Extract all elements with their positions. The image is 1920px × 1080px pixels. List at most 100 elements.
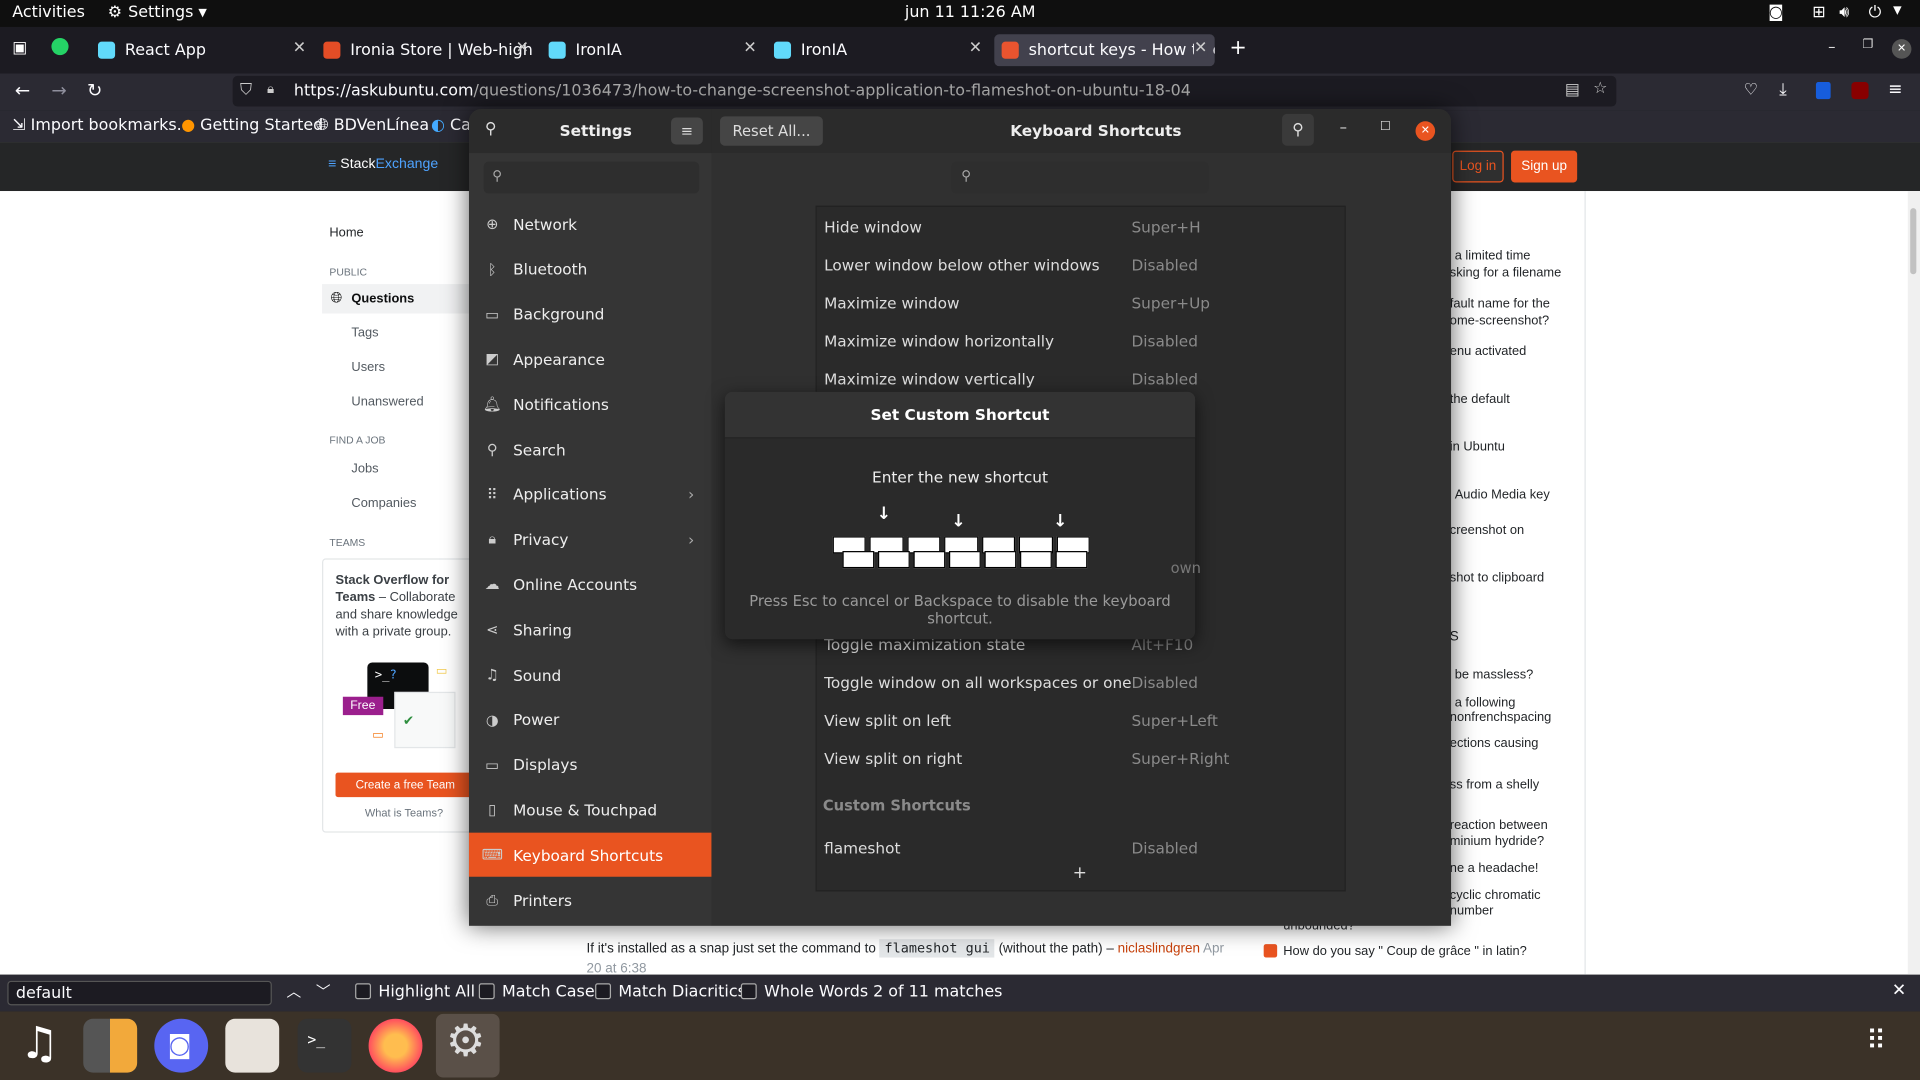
shortcut-row[interactable]: Maximize window horizontally Disabled bbox=[816, 322, 1345, 360]
settings-app-icon[interactable]: ⚙ bbox=[435, 1013, 500, 1078]
hot-question-text[interactable]: a following bbox=[1455, 696, 1516, 711]
maximize-icon[interactable]: ☐ bbox=[1380, 120, 1391, 133]
nav-tags[interactable]: Tags bbox=[351, 326, 378, 341]
sidebar-item-network[interactable]: ⊕ Network bbox=[469, 202, 711, 246]
hot-question-text[interactable]: enu activated bbox=[1450, 344, 1526, 359]
nav-home[interactable]: Home bbox=[329, 225, 363, 240]
hot-question-text[interactable]: minium hydride? bbox=[1450, 834, 1544, 849]
sidebar-item-appearance[interactable]: ◩ Appearance bbox=[469, 337, 711, 381]
forward-arrow-icon[interactable]: → bbox=[51, 80, 66, 102]
hot-question-text[interactable]: cyclic chromatic bbox=[1450, 888, 1541, 903]
find-input[interactable] bbox=[7, 980, 272, 1006]
bookmark-cal[interactable]: ◐ Cal bbox=[431, 116, 469, 134]
sidebar-item-displays[interactable]: ▭ Displays bbox=[469, 743, 711, 787]
close-icon[interactable]: ✕ bbox=[969, 39, 982, 57]
shortcut-row[interactable]: Lower window below other windows Disabled bbox=[816, 246, 1345, 284]
show-apps-grid-icon[interactable]: ⠿ bbox=[1859, 1019, 1908, 1073]
volume-icon[interactable]: 🔊︎ bbox=[1839, 4, 1849, 22]
shortcut-row[interactable]: Hide window Super+H bbox=[816, 208, 1345, 246]
shield-icon[interactable]: ⛉ bbox=[240, 81, 252, 99]
hamburger-menu-icon[interactable]: ≡ bbox=[1888, 80, 1902, 100]
bookmark-import[interactable]: ⇲ Import bookmarks... bbox=[12, 116, 192, 134]
find-next-icon[interactable]: ﹀ bbox=[316, 981, 331, 1002]
match-diacritics-checkbox[interactable]: Match Diacritics bbox=[595, 983, 746, 1002]
hot-question-text[interactable]: creenshot on bbox=[1450, 523, 1524, 538]
sidebar-item-sound[interactable]: ♫ Sound bbox=[469, 653, 711, 697]
nav-companies[interactable]: Companies bbox=[351, 496, 416, 511]
url-bar[interactable]: ⛉ 🔒︎ https://askubuntu.com/questions/103… bbox=[232, 75, 1617, 107]
hot-question-text[interactable]: fault name for the bbox=[1450, 296, 1550, 311]
hot-question-text[interactable]: be massless? bbox=[1455, 667, 1534, 682]
list-all-tabs-icon[interactable]: ▣ bbox=[12, 39, 27, 57]
hot-question-text[interactable]: a limited time bbox=[1455, 249, 1531, 264]
bookmark-star-icon[interactable]: ☆ bbox=[1593, 80, 1607, 98]
bitwarden-extension-icon[interactable] bbox=[1815, 82, 1831, 100]
close-icon[interactable]: ✕ bbox=[1194, 39, 1208, 58]
network-tray-icon[interactable]: ⊞ bbox=[1812, 4, 1825, 22]
sidebar-item-mouse-touchpad[interactable]: ▯ Mouse & Touchpad bbox=[469, 788, 711, 832]
url-text[interactable]: https://askubuntu.com/questions/1036473/… bbox=[294, 82, 1191, 100]
chevron-down-icon[interactable]: ▼ bbox=[1893, 5, 1901, 17]
sidebar-item-online-accounts[interactable]: ☁ Online Accounts bbox=[469, 563, 711, 607]
sidebar-item-printers[interactable]: ⎙ Printers bbox=[469, 878, 711, 922]
hot-question-text[interactable]: number bbox=[1450, 904, 1494, 919]
hot-question-text[interactable]: the default bbox=[1450, 392, 1510, 407]
hot-question-text[interactable]: sking for a filename bbox=[1450, 266, 1561, 281]
nav-unanswered[interactable]: Unanswered bbox=[351, 394, 423, 409]
add-shortcut-button[interactable]: + bbox=[1073, 863, 1087, 883]
search-icon[interactable]: ⚲ bbox=[1282, 113, 1314, 146]
stackexchange-logo[interactable]: ≡ StackExchange bbox=[328, 157, 438, 172]
what-is-teams-link[interactable]: What is Teams? bbox=[365, 807, 443, 819]
sidebar-search-input[interactable]: ⚲ bbox=[483, 161, 700, 194]
nav-jobs[interactable]: Jobs bbox=[351, 462, 378, 477]
lock-icon[interactable]: 🔒︎ bbox=[267, 81, 274, 98]
shortcut-row[interactable]: View split on right Super+Right bbox=[816, 740, 1345, 778]
login-button[interactable]: Log in bbox=[1452, 150, 1504, 183]
close-icon[interactable]: ✕ bbox=[1892, 981, 1906, 1001]
sidebar-item-applications[interactable]: ⠿ Applications › bbox=[469, 472, 711, 516]
firefox-icon[interactable] bbox=[368, 1018, 423, 1073]
app-menu[interactable]: ⚙ Settings ▼ bbox=[108, 4, 207, 22]
hot-question-text[interactable]: Audio Media key bbox=[1455, 487, 1550, 502]
sidebar-item-bluetooth[interactable]: ᛒ Bluetooth bbox=[469, 247, 711, 291]
back-arrow-icon[interactable]: ← bbox=[15, 80, 30, 102]
tab-react-app[interactable]: React App ✕ bbox=[97, 34, 314, 66]
close-icon[interactable]: ✕ bbox=[516, 39, 529, 57]
tab-ironia[interactable]: IronIA ✕ bbox=[548, 34, 765, 66]
comment-user-link[interactable]: niclaslindgren bbox=[1118, 942, 1200, 957]
tab-ironia-store[interactable]: Ironia Store | Web-high fi ✕ bbox=[323, 34, 536, 66]
minimize-icon[interactable]: – bbox=[1340, 119, 1347, 136]
sidebar-item-privacy[interactable]: 🔒︎ Privacy › bbox=[469, 517, 711, 561]
sidebar-item-background[interactable]: ▭ Background bbox=[469, 292, 711, 336]
files-icon[interactable] bbox=[225, 1018, 280, 1073]
pocket-icon[interactable]: ♡ bbox=[1744, 81, 1758, 99]
reset-all-button[interactable]: Reset All... bbox=[720, 116, 823, 146]
shortcut-row[interactable]: Toggle window on all workspaces or one Di… bbox=[816, 664, 1345, 702]
signup-button[interactable]: Sign up bbox=[1511, 150, 1578, 183]
restore-icon[interactable]: ❐ bbox=[1862, 38, 1873, 51]
sidebar-item-sharing[interactable]: ⋖ Sharing bbox=[469, 608, 711, 652]
bookmark-getting-started[interactable]: ● Getting Started bbox=[181, 116, 323, 134]
activities-button[interactable]: Activities bbox=[12, 4, 85, 22]
rhythmbox-icon[interactable]: ♫ bbox=[10, 1019, 64, 1073]
match-case-checkbox[interactable]: Match Case bbox=[478, 983, 595, 1002]
find-previous-icon[interactable]: ︿ bbox=[287, 981, 302, 1002]
reader-view-icon[interactable]: ▤ bbox=[1565, 81, 1580, 99]
shortcuts-search-input[interactable]: ⚲ bbox=[951, 161, 1209, 194]
sidebar-item-keyboard-shortcuts[interactable]: ⌨ Keyboard Shortcuts bbox=[468, 832, 712, 877]
hot-question-text[interactable]: reaction between bbox=[1450, 818, 1548, 833]
whole-words-checkbox[interactable]: Whole Words bbox=[740, 983, 868, 1002]
hot-question-text[interactable]: shot to clipboard bbox=[1450, 571, 1544, 586]
terminal-icon[interactable]: >_ bbox=[297, 1018, 352, 1073]
highlight-all-checkbox[interactable]: Highlight All bbox=[355, 983, 475, 1002]
clock[interactable]: jun 11 11:26 AM bbox=[905, 4, 1036, 22]
shortcut-row[interactable]: View split on left Super+Left bbox=[816, 702, 1345, 740]
hot-question-text[interactable]: nonfrenchspacing bbox=[1450, 710, 1552, 725]
hot-question-text[interactable]: ections causing bbox=[1450, 736, 1539, 751]
close-icon[interactable]: ✕ bbox=[293, 39, 306, 57]
close-icon[interactable]: ✕ bbox=[743, 39, 756, 57]
close-window-button[interactable]: ✕ bbox=[1415, 121, 1436, 141]
hot-question-text[interactable]: ne a headache! bbox=[1450, 861, 1539, 876]
sidebar-item-power[interactable]: ◑ Power bbox=[469, 698, 711, 742]
discord-tray-icon[interactable]: ◙ bbox=[1768, 4, 1783, 22]
